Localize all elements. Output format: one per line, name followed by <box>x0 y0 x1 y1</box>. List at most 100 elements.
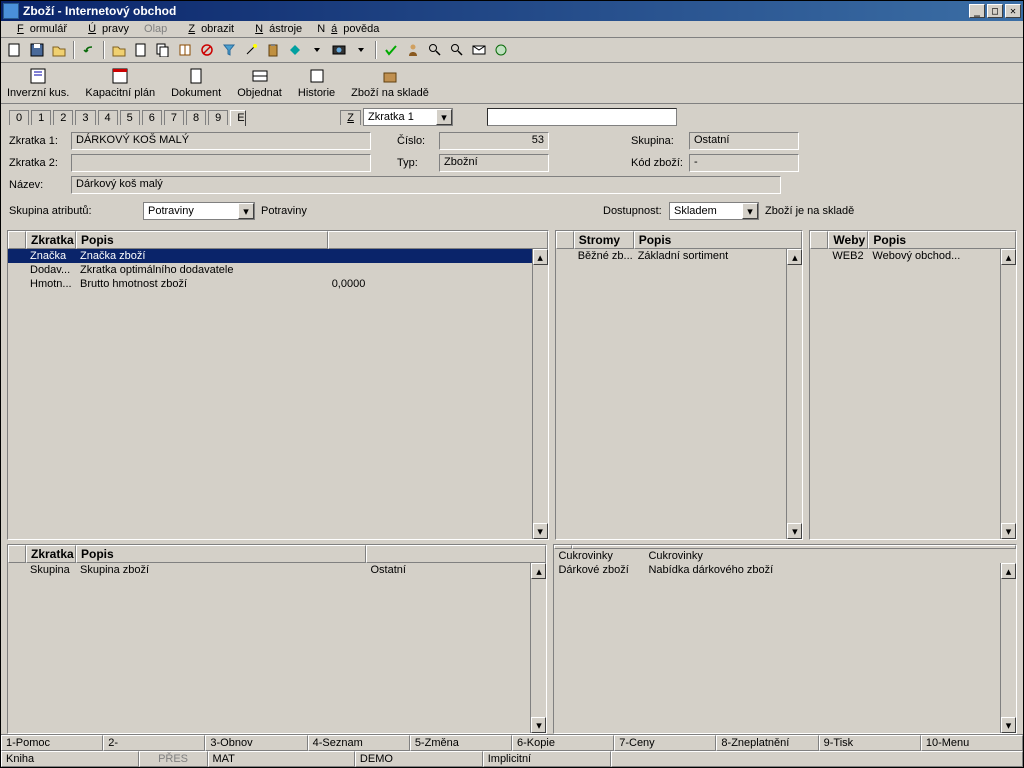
footer-f3[interactable]: 3-Obnov <box>205 735 307 751</box>
toolbar-book-icon[interactable] <box>175 40 195 60</box>
scroll-down-icon[interactable]: ▾ <box>1001 523 1016 539</box>
toolbar-copy-icon[interactable] <box>153 40 173 60</box>
menu-upravy[interactable]: Úpravy <box>76 21 135 37</box>
col-zkratka[interactable]: Zkratka <box>26 231 76 249</box>
attr-dropdown[interactable]: Potraviny▾ <box>143 202 255 220</box>
toolbar-new-icon[interactable] <box>5 40 25 60</box>
footer-f10[interactable]: 10-Menu <box>921 735 1023 751</box>
col-weby[interactable]: Weby <box>828 231 868 249</box>
search-input[interactable] <box>487 108 677 126</box>
toolbar-person-icon[interactable] <box>403 40 423 60</box>
col-popis[interactable]: Popis <box>868 231 1016 249</box>
maximize-button[interactable]: □ <box>987 4 1003 18</box>
footer-f2[interactable]: 2- <box>103 735 205 751</box>
tab-7[interactable]: 7 <box>164 110 184 125</box>
action-objednat[interactable]: Objednat <box>235 65 284 101</box>
scroll-up-icon[interactable]: ▴ <box>1001 249 1016 265</box>
typ-field[interactable]: Zbožní <box>439 154 549 172</box>
col-popis[interactable]: Popis <box>76 545 366 563</box>
footer-f6[interactable]: 6-Kopie <box>512 735 614 751</box>
cislo-field[interactable]: 53 <box>439 132 549 150</box>
minimize-button[interactable]: _ <box>969 4 985 18</box>
col-zkratka[interactable]: Zkratka <box>26 545 76 563</box>
toolbar-diamond-icon[interactable] <box>285 40 305 60</box>
toolbar-save-icon[interactable] <box>27 40 47 60</box>
scrollbar[interactable]: ▴▾ <box>532 249 548 539</box>
zkratka1-field[interactable]: DÁRKOVÝ KOŠ MALÝ <box>71 132 371 150</box>
footer-f4[interactable]: 4-Seznam <box>308 735 410 751</box>
toolbar-down2-icon[interactable] <box>351 40 371 60</box>
scroll-down-icon[interactable]: ▾ <box>533 523 548 539</box>
action-zbozi-sklad[interactable]: Zboží na skladě <box>349 65 431 101</box>
toolbar-undo-icon[interactable] <box>79 40 99 60</box>
footer-f8[interactable]: 8-Zneplatnění <box>716 735 818 751</box>
grid-row[interactable]: Značka Značka zboží <box>8 249 548 263</box>
col-value[interactable] <box>328 231 548 249</box>
tab-1[interactable]: 1 <box>31 110 51 125</box>
scroll-down-icon[interactable]: ▾ <box>1001 717 1016 733</box>
menu-napoveda[interactable]: Nápověda <box>311 21 385 37</box>
menu-nastroje[interactable]: Nástroje <box>243 21 308 37</box>
grid-row[interactable]: Dodav... Zkratka optimálního dodavatele <box>8 263 548 277</box>
toolbar-filter-icon[interactable] <box>219 40 239 60</box>
close-button[interactable]: ✕ <box>1005 4 1021 18</box>
tab-3[interactable]: 3 <box>75 110 95 125</box>
nazev-field[interactable]: Dárkový koš malý <box>71 176 781 194</box>
action-inverzni[interactable]: Inverzní kus. <box>5 65 71 101</box>
col-popis[interactable]: Popis <box>76 231 328 249</box>
toolbar-wand-icon[interactable] <box>241 40 261 60</box>
avail-dropdown[interactable]: Skladem▾ <box>669 202 759 220</box>
tab-5[interactable]: 5 <box>120 110 140 125</box>
footer-f7[interactable]: 7-Ceny <box>614 735 716 751</box>
grid-row[interactable]: Dárkové zboží Nabídka dárkového zboží <box>554 563 1016 577</box>
scroll-down-icon[interactable]: ▾ <box>787 523 802 539</box>
menu-zobrazit[interactable]: Zobrazit <box>176 21 240 37</box>
tab-9[interactable]: 9 <box>208 110 228 125</box>
scroll-up-icon[interactable]: ▴ <box>533 249 548 265</box>
scroll-up-icon[interactable]: ▴ <box>1001 563 1016 579</box>
tab-0[interactable]: 0 <box>9 110 29 125</box>
action-historie[interactable]: Historie <box>296 65 337 101</box>
scrollbar[interactable]: ▴▾ <box>530 563 546 733</box>
toolbar-doc-icon[interactable] <box>131 40 151 60</box>
toolbar-mail-icon[interactable] <box>469 40 489 60</box>
toolbar-down-icon[interactable] <box>307 40 327 60</box>
toolbar-check-icon[interactable] <box>381 40 401 60</box>
scrollbar[interactable]: ▴▾ <box>1000 563 1016 733</box>
toolbar-photo-icon[interactable] <box>329 40 349 60</box>
scrollbar[interactable]: ▴▾ <box>1000 249 1016 539</box>
z-dropdown[interactable]: Zkratka 1▾ <box>363 108 453 126</box>
menu-formular[interactable]: Formulář <box>5 21 73 37</box>
skupina-field[interactable]: Ostatní <box>689 132 799 150</box>
toolbar-cancel-icon[interactable] <box>197 40 217 60</box>
tab-8[interactable]: 8 <box>186 110 206 125</box>
toolbar-ok-icon[interactable] <box>491 40 511 60</box>
tab-e[interactable]: E <box>230 110 246 126</box>
scroll-up-icon[interactable]: ▴ <box>531 563 546 579</box>
tab-2[interactable]: 2 <box>53 110 73 125</box>
col-value[interactable] <box>366 545 546 563</box>
tab-4[interactable]: 4 <box>98 110 118 125</box>
toolbar-find2-icon[interactable] <box>447 40 467 60</box>
grid-row[interactable]: WEB2 Webový obchod... <box>810 249 1016 263</box>
col-stromy[interactable]: Stromy <box>574 231 634 249</box>
action-dokument[interactable]: Dokument <box>169 65 223 101</box>
menu-olap[interactable]: Olap <box>138 21 173 37</box>
toolbar-paste-icon[interactable] <box>263 40 283 60</box>
tab-6[interactable]: 6 <box>142 110 162 125</box>
col-popis[interactable]: Popis <box>634 231 803 249</box>
grid-row[interactable]: Běžné zb... Základní sortiment <box>556 249 803 263</box>
footer-f9[interactable]: 9-Tisk <box>819 735 921 751</box>
action-kapacitni[interactable]: Kapacitní plán <box>83 65 157 101</box>
grid-row[interactable]: Skupina Skupina zboží Ostatní <box>8 563 546 577</box>
footer-f5[interactable]: 5-Změna <box>410 735 512 751</box>
grid-row[interactable]: Cukrovinky Cukrovinky <box>554 549 1016 563</box>
scroll-down-icon[interactable]: ▾ <box>531 717 546 733</box>
z-button[interactable]: Z <box>340 110 361 125</box>
kod-field[interactable]: - <box>689 154 799 172</box>
zkratka2-field[interactable] <box>71 154 371 172</box>
footer-f1[interactable]: 1-Pomoc <box>1 735 103 751</box>
grid-row[interactable]: Hmotn... Brutto hmotnost zboží 0,0000 <box>8 277 548 291</box>
toolbar-folder-icon[interactable] <box>109 40 129 60</box>
scrollbar[interactable]: ▴▾ <box>786 249 802 539</box>
